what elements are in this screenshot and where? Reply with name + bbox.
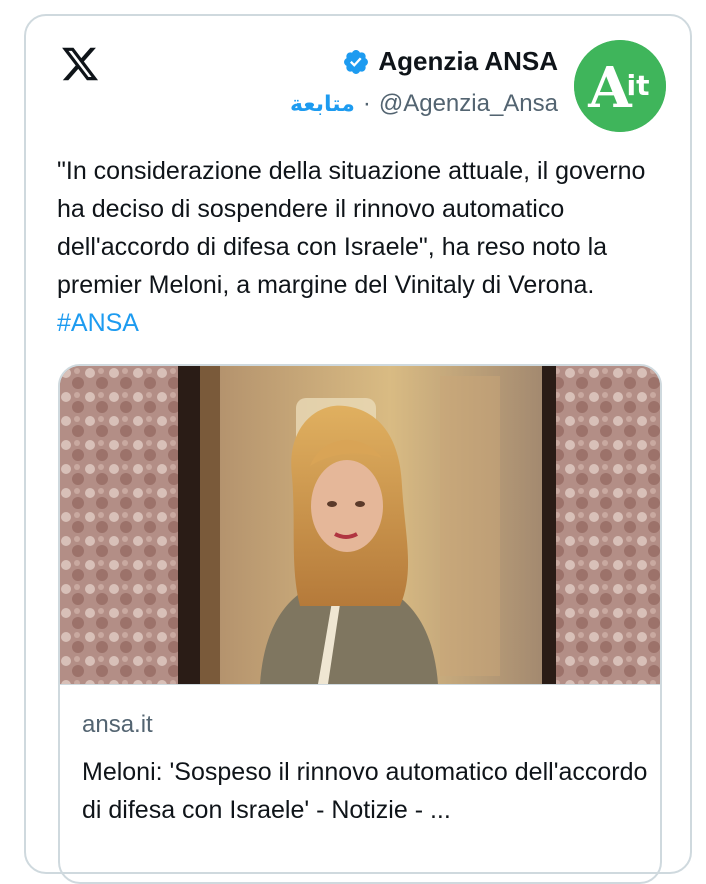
tweet-body: "In considerazione della situazione attu…: [57, 157, 646, 299]
tweet-card[interactable]: Agenzia ANSA متابعة · @Agenzia_Ansa A it…: [24, 14, 692, 884]
hashtag-link[interactable]: #ANSA: [57, 309, 139, 337]
link-title[interactable]: Meloni: 'Sospeso il rinnovo automatico d…: [82, 753, 652, 829]
article-photo[interactable]: [60, 366, 660, 684]
link-preview-card[interactable]: ansa.it Meloni: 'Sospeso il rinnovo auto…: [58, 364, 662, 884]
author-meta: متابعة · @Agenzia_Ansa: [290, 90, 558, 118]
link-card-footer: ansa.it Meloni: 'Sospeso il rinnovo auto…: [60, 684, 660, 824]
verified-badge-icon: [344, 49, 369, 74]
x-logo-icon[interactable]: [58, 44, 102, 84]
author-name: Agenzia ANSA: [378, 46, 558, 76]
author-handle[interactable]: @Agenzia_Ansa: [379, 90, 558, 118]
follow-link[interactable]: متابعة: [290, 92, 355, 117]
meta-separator: ·: [362, 90, 371, 117]
tweet-text: "In considerazione della situazione attu…: [57, 152, 667, 342]
author-name-row[interactable]: Agenzia ANSA: [342, 46, 558, 77]
avatar[interactable]: A it: [574, 40, 666, 132]
avatar-suffix: it: [627, 69, 650, 102]
link-domain: ansa.it: [82, 711, 153, 738]
